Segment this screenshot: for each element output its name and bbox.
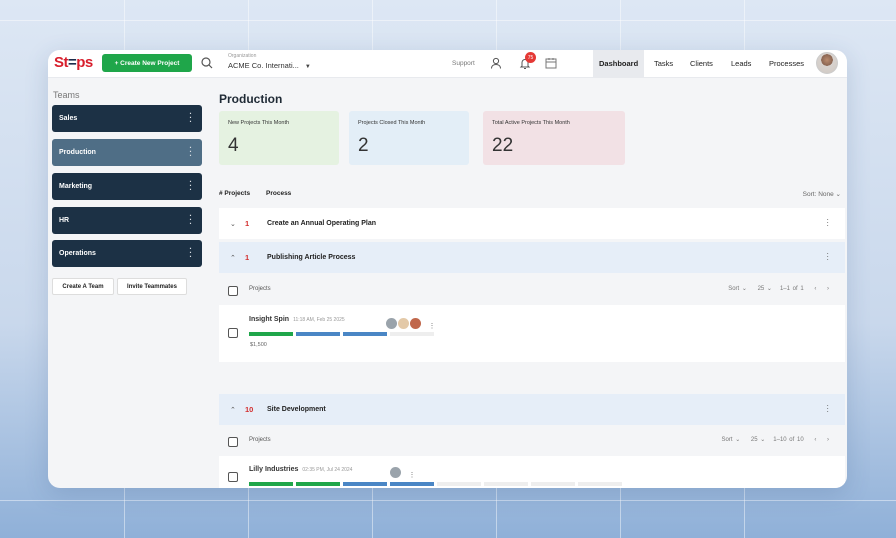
- support-link[interactable]: Support: [452, 60, 475, 67]
- projects-subheader: Projects Sort ⌄ 25 ⌄ 1–10 of 10 ‹ ›: [219, 427, 845, 455]
- organization-selector[interactable]: Organization ACME Co. Internati... ▼: [228, 53, 311, 70]
- main-content: Production DM New Projects This Month 4 …: [218, 78, 847, 488]
- invite-teammates-button[interactable]: Invite Teammates: [117, 278, 187, 295]
- caret-down-icon: ▼: [304, 64, 311, 70]
- team-label: Operations: [59, 250, 96, 257]
- projects-label: Projects: [249, 286, 271, 292]
- more-options-icon[interactable]: · · ·: [826, 250, 829, 264]
- more-options-icon[interactable]: · · ·: [826, 216, 829, 230]
- sort-dropdown[interactable]: Sort: None ⌄: [803, 190, 841, 198]
- chevron-up-icon[interactable]: ⌃: [230, 406, 236, 414]
- process-row[interactable]: ⌄ 1 Create an Annual Operating Plan · · ·: [219, 208, 845, 239]
- projects-subheader: Projects Sort ⌄ 25 ⌄ 1–1 of 1 ‹ ›: [219, 276, 845, 304]
- pagination-controls[interactable]: Sort ⌄ 25 ⌄ 1–10 of 10 ‹ ›: [722, 436, 829, 443]
- stat-label: New Projects This Month: [228, 120, 290, 126]
- nav-processes[interactable]: Processes: [769, 50, 804, 77]
- project-card[interactable]: Insight Spin 11:18 AM, Feb 25 2025 ⋮ $1,5…: [219, 305, 845, 362]
- team-item-operations[interactable]: Operations · · ·: [52, 240, 202, 267]
- teams-sidebar: Teams Sales · · · Production · · · Marketing · ·…: [48, 78, 210, 488]
- team-label: HR: [59, 217, 70, 224]
- select-all-checkbox[interactable]: [228, 286, 238, 296]
- more-options-icon[interactable]: · · ·: [189, 178, 192, 194]
- process-name: Publishing Article Process: [267, 254, 356, 261]
- team-label: Production: [59, 149, 96, 156]
- chevron-down-icon[interactable]: ⌄: [230, 220, 236, 228]
- team-item-production[interactable]: Production · · ·: [52, 139, 202, 166]
- more-options-icon[interactable]: · · ·: [189, 144, 192, 160]
- process-count: 1: [245, 253, 250, 262]
- team-label: Sales: [59, 115, 78, 122]
- process-row[interactable]: ⌃ 1 Publishing Article Process · · ·: [219, 242, 845, 273]
- chevron-up-icon[interactable]: ⌃: [230, 254, 236, 262]
- project-name: Lilly Industries 02:35 PM, Jul 24 2024: [249, 466, 353, 473]
- project-timestamp: 02:35 PM, Jul 24 2024: [302, 467, 353, 473]
- project-amount: $1,500: [250, 342, 267, 348]
- more-options-icon[interactable]: · · ·: [826, 402, 829, 416]
- stat-label: Total Active Projects This Month: [492, 120, 570, 126]
- projects-label: Projects: [249, 437, 271, 443]
- progress-stages: [249, 482, 622, 486]
- teams-heading: Teams: [53, 90, 80, 100]
- process-count: 10: [245, 405, 254, 414]
- team-label: Marketing: [59, 183, 93, 190]
- pagination-controls[interactable]: Sort ⌄ 25 ⌄ 1–1 of 1 ‹ ›: [728, 285, 829, 292]
- nav-leads[interactable]: Leads: [731, 50, 751, 77]
- assignee-avatars: ⋮: [390, 464, 415, 482]
- stat-card-projects-closed: Projects Closed This Month 2: [349, 111, 469, 165]
- search-icon[interactable]: [200, 56, 214, 70]
- calendar-icon[interactable]: [544, 56, 558, 70]
- top-navigation-bar: St=ps + Create New Project Organization …: [48, 50, 847, 78]
- project-card[interactable]: Lilly Industries 02:35 PM, Jul 24 2024 ⋮: [219, 456, 845, 488]
- more-options-icon[interactable]: · · ·: [189, 110, 192, 126]
- more-options-icon[interactable]: · · ·: [189, 212, 192, 228]
- more-options-icon[interactable]: · · ·: [189, 245, 192, 261]
- process-row[interactable]: ⌃ 10 Site Development · · ·: [219, 394, 845, 425]
- steps-logo[interactable]: St=ps: [54, 54, 93, 71]
- column-header-projects: # Projects: [219, 190, 251, 197]
- organization-value: ACME Co. Internati...: [228, 61, 299, 70]
- stat-value: 4: [228, 135, 239, 156]
- column-header-process: Process: [266, 190, 292, 197]
- progress-stages: [249, 332, 434, 336]
- team-item-sales[interactable]: Sales · · ·: [52, 105, 202, 132]
- chevron-down-icon: ⌄: [835, 191, 841, 198]
- create-new-project-button[interactable]: + Create New Project: [102, 54, 192, 72]
- stat-card-new-projects: New Projects This Month 4: [219, 111, 339, 165]
- process-name: Create an Annual Operating Plan: [267, 220, 377, 227]
- notification-badge: 75: [525, 52, 536, 63]
- stat-value: 2: [358, 135, 369, 156]
- project-name: Insight Spin 11:18 AM, Feb 25 2025: [249, 316, 345, 323]
- assignee-avatars: ⋮: [386, 315, 435, 333]
- user-icon[interactable]: [489, 56, 503, 70]
- nav-clients[interactable]: Clients: [690, 50, 713, 77]
- nav-dashboard[interactable]: Dashboard: [593, 50, 645, 77]
- team-item-marketing[interactable]: Marketing · · ·: [52, 173, 202, 200]
- create-team-button[interactable]: Create A Team: [52, 278, 114, 295]
- profile-avatar[interactable]: [816, 52, 838, 74]
- app-window: St=ps + Create New Project Organization …: [48, 50, 847, 488]
- team-item-hr[interactable]: HR · · ·: [52, 207, 202, 234]
- stat-card-total-active: Total Active Projects This Month 22: [483, 111, 625, 165]
- nav-tasks[interactable]: Tasks: [654, 50, 673, 77]
- select-all-checkbox[interactable]: [228, 437, 238, 447]
- process-name: Site Development: [267, 406, 326, 413]
- organization-label: Organization: [228, 53, 257, 59]
- stat-label: Projects Closed This Month: [358, 120, 426, 126]
- stat-value: 22: [492, 135, 514, 156]
- page-title: Production: [219, 92, 283, 106]
- project-checkbox[interactable]: [228, 472, 238, 482]
- project-checkbox[interactable]: [228, 328, 238, 338]
- process-count: 1: [245, 219, 250, 228]
- project-timestamp: 11:18 AM, Feb 25 2025: [293, 317, 345, 323]
